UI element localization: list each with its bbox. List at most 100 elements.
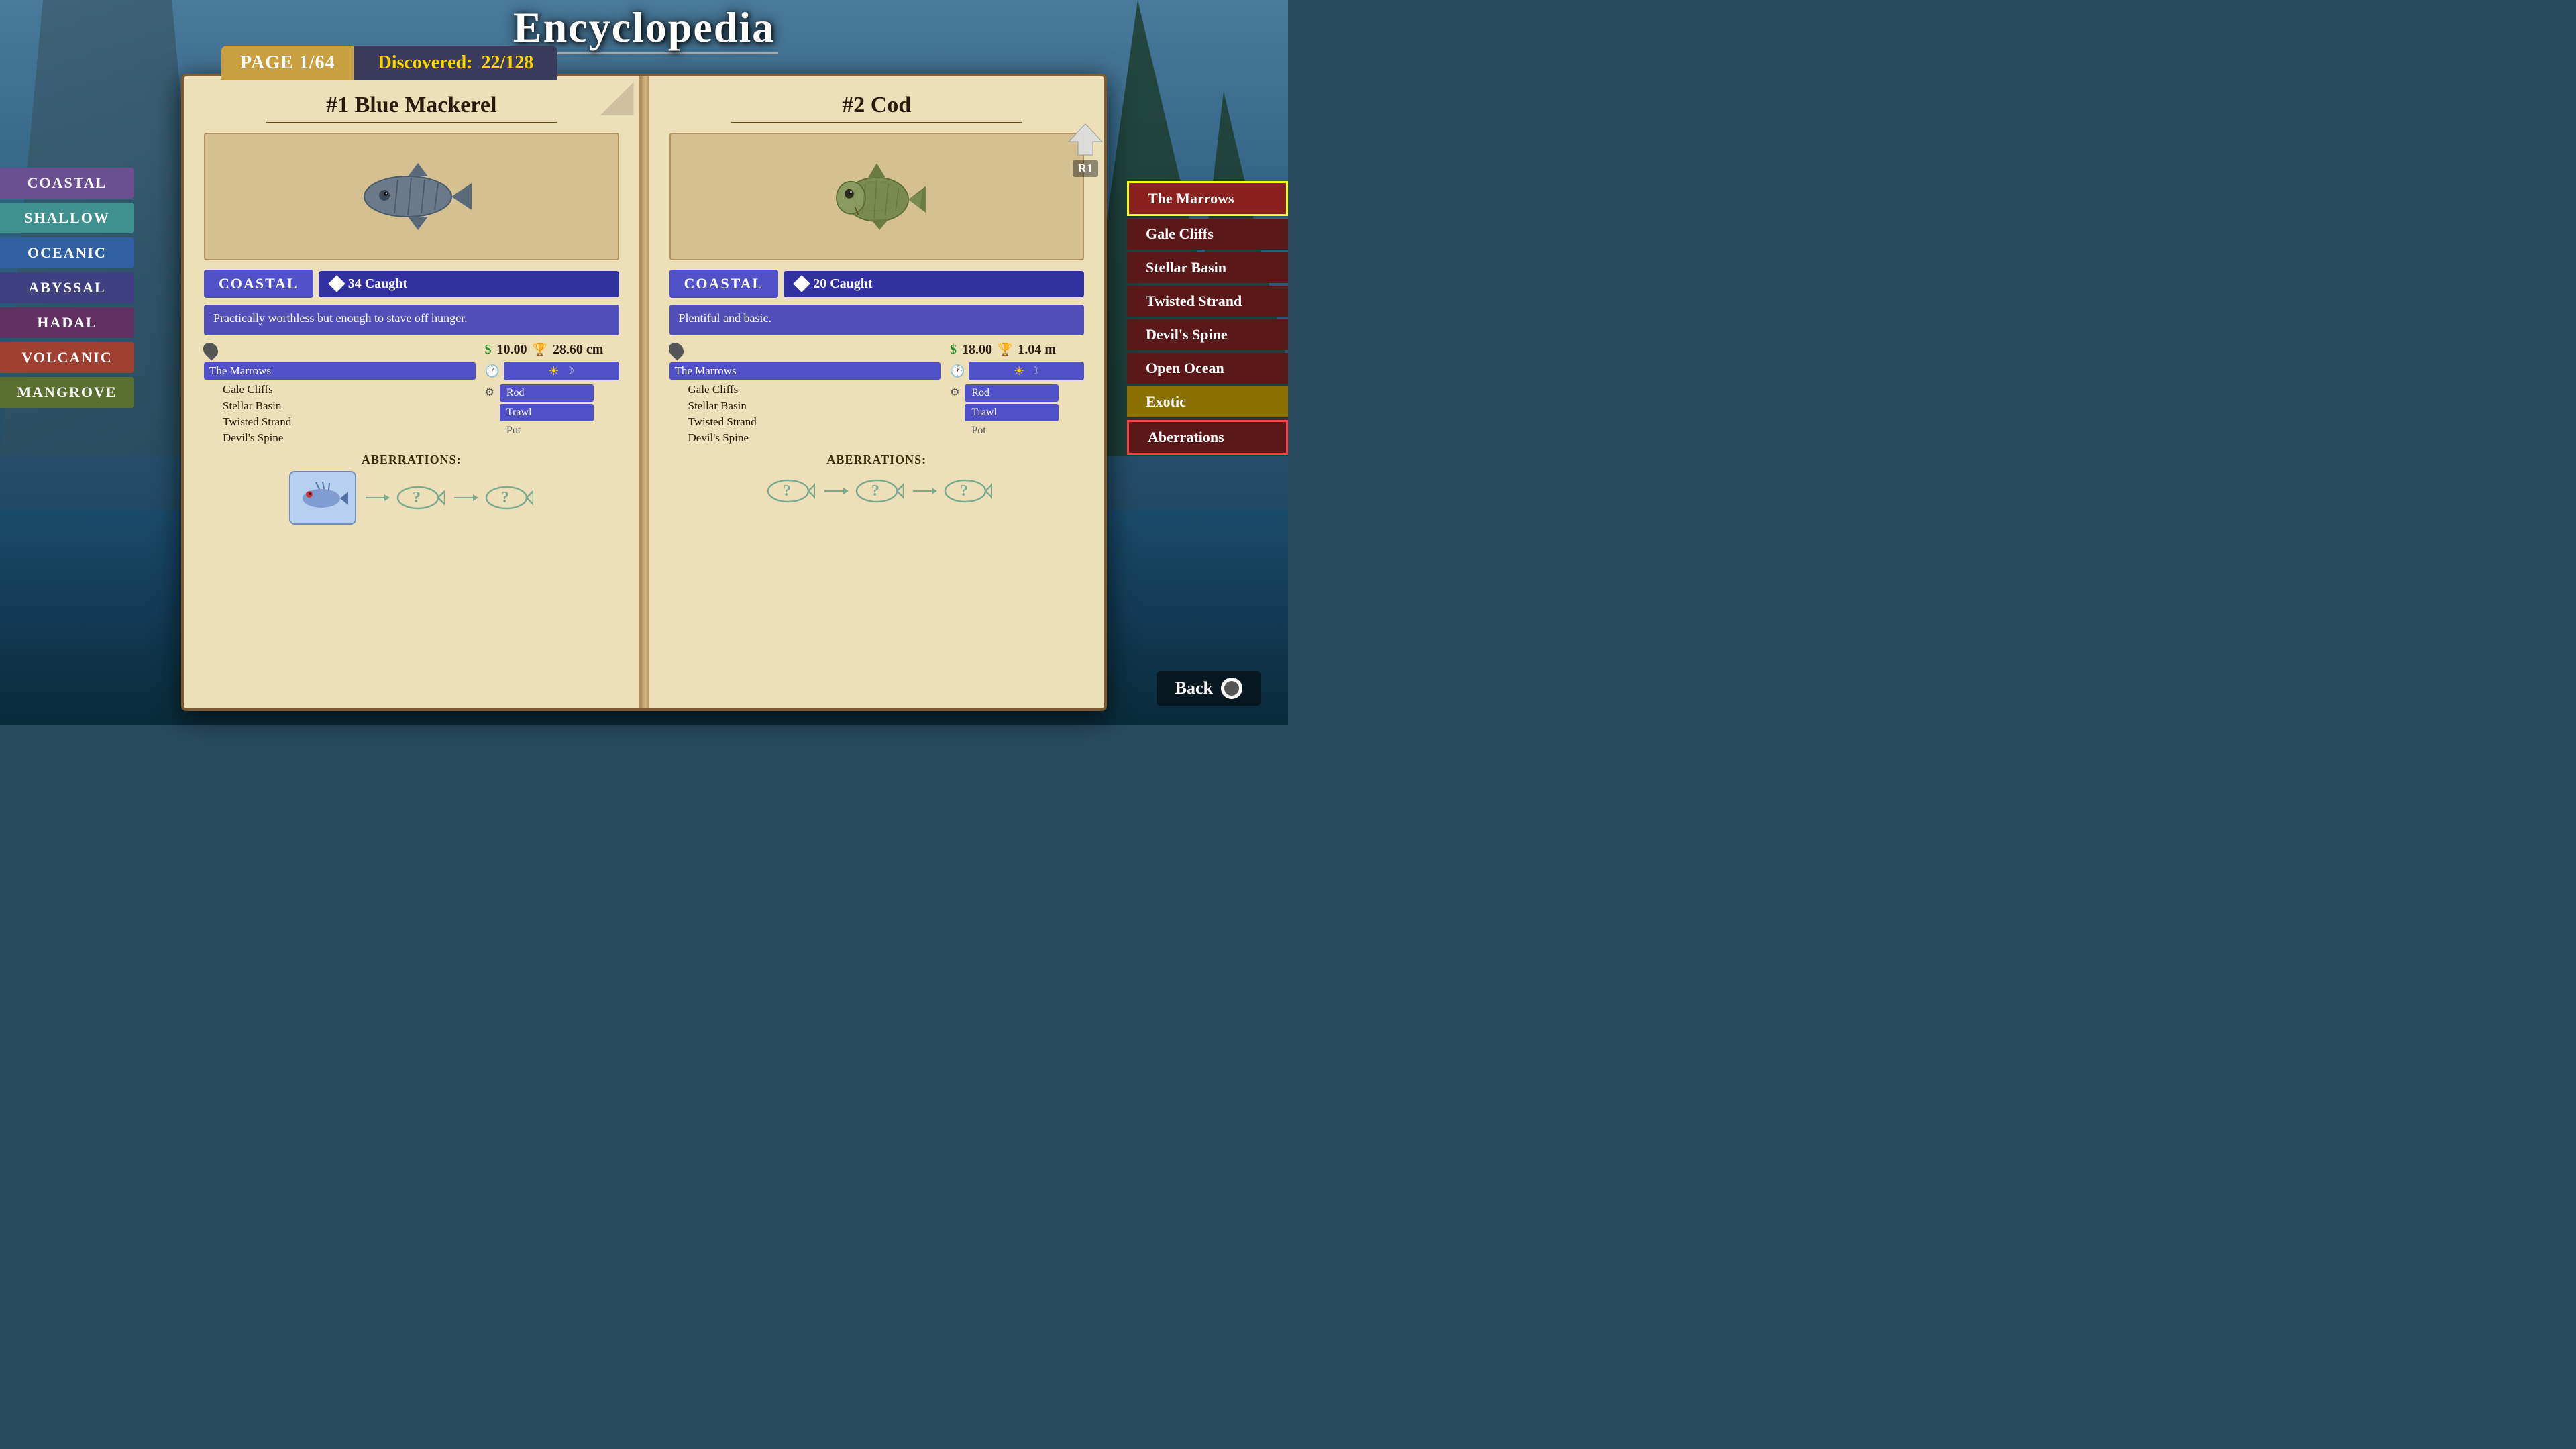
svg-text:?: ? bbox=[413, 489, 421, 506]
pin-icon-left bbox=[200, 339, 221, 360]
svg-text:?: ? bbox=[501, 489, 509, 506]
sidebar-item-aberrations[interactable]: Aberrations bbox=[1127, 420, 1288, 455]
fish-right-price: 18.00 bbox=[962, 342, 992, 358]
dollar-icon-left: $ bbox=[485, 342, 492, 358]
fish-left-locations: The Marrows Gale Cliffs Stellar Basin Tw… bbox=[204, 342, 476, 446]
fish-left-tag-bar: COASTAL 34 Caught bbox=[204, 270, 619, 298]
moon-icon-left: ☽ bbox=[565, 364, 574, 378]
sidebar-item-stellar[interactable]: Stellar Basin bbox=[1127, 252, 1288, 283]
fish-silhouette-2: ? bbox=[391, 478, 445, 518]
fish-right-methods-row: ⚙ Rod Trawl Pot bbox=[950, 384, 1084, 438]
fish-silhouette-3: ? bbox=[480, 478, 533, 518]
clock-icon-right: 🕐 bbox=[950, 364, 965, 378]
sidebar-item-shallow[interactable]: SHALLOW bbox=[0, 203, 134, 233]
aberration-connector-1: ? bbox=[366, 478, 445, 518]
fish-left-location-header bbox=[204, 342, 476, 358]
sidebar-item-marrows[interactable]: The Marrows bbox=[1127, 181, 1288, 216]
fish-left-description: Practically worthless but enough to stav… bbox=[204, 305, 619, 335]
sidebar-item-ocean[interactable]: Open Ocean bbox=[1127, 353, 1288, 384]
fish-right-method-rod: Rod bbox=[965, 384, 1059, 402]
fish-left-location-1[interactable]: Gale Cliffs bbox=[204, 382, 476, 398]
fish-right-title: #2 Cod bbox=[669, 93, 1085, 118]
sidebar-item-gale[interactable]: Gale Cliffs bbox=[1127, 219, 1288, 250]
book-page-right: #2 Cod bbox=[649, 76, 1105, 708]
fish-right-name: Cod bbox=[871, 93, 911, 117]
fish-left-method-pot: Pot bbox=[500, 423, 594, 438]
back-circle-inner bbox=[1224, 681, 1239, 696]
back-circle-icon bbox=[1221, 678, 1242, 699]
moon-icon-right: ☽ bbox=[1030, 364, 1039, 378]
back-button[interactable]: Back bbox=[1157, 671, 1261, 706]
fish-left-method-rod: Rod bbox=[500, 384, 594, 402]
fish-left-price: 10.00 bbox=[497, 342, 527, 358]
fish-right-locations: The Marrows Gale Cliffs Stellar Basin Tw… bbox=[669, 342, 941, 446]
diamond-icon-left bbox=[328, 275, 345, 292]
fish-left-caught: 34 Caught bbox=[319, 271, 619, 297]
left-sidebar: COASTAL SHALLOW OCEANIC ABYSSAL HADAL VO… bbox=[0, 168, 134, 408]
sidebar-item-mangrove[interactable]: MANGROVE bbox=[0, 377, 134, 408]
fish-silhouette-r2: ? bbox=[850, 471, 904, 511]
fish-left-underline bbox=[266, 122, 557, 123]
fish-left-methods-row: ⚙ Rod Trawl Pot bbox=[485, 384, 619, 438]
fish-right-image bbox=[669, 133, 1085, 260]
sidebar-item-abyssal[interactable]: ABYSSAL bbox=[0, 272, 134, 303]
fish-right-aberrations-row: ? ? bbox=[669, 471, 1085, 511]
sidebar-item-exotic[interactable]: Exotic bbox=[1127, 386, 1288, 417]
fish-left-aberrations-label: ABERRATIONS: bbox=[204, 453, 619, 467]
fish-right-location-4[interactable]: Devil's Spine bbox=[669, 430, 941, 446]
pin-icon-right bbox=[665, 339, 686, 360]
fish-left-name: Blue Mackerel bbox=[355, 93, 497, 117]
fish-left-location-4[interactable]: Devil's Spine bbox=[204, 430, 476, 446]
sun-icon-right: ☀ bbox=[1014, 364, 1024, 378]
fish-left-time-row: 🕐 ☀ ☽ bbox=[485, 362, 619, 380]
fish-right-stats: $ 18.00 🏆 1.04 m 🕐 ☀ ☽ ⚙ Rod Tr bbox=[950, 342, 1084, 446]
fish-right-method-pot: Pot bbox=[965, 423, 1059, 438]
fish-right-tag-bar: COASTAL 20 Caught bbox=[669, 270, 1085, 298]
fish-right-aberrations: ABERRATIONS: ? ? bbox=[669, 453, 1085, 511]
fish-right-number: #2 bbox=[842, 93, 865, 117]
svg-text:?: ? bbox=[871, 482, 879, 500]
sidebar-item-twisted[interactable]: Twisted Strand bbox=[1127, 286, 1288, 317]
book-spine bbox=[641, 76, 649, 708]
sidebar-item-devils[interactable]: Devil's Spine bbox=[1127, 319, 1288, 350]
trophy-icon-right: 🏆 bbox=[998, 343, 1012, 357]
sun-icon-left: ☀ bbox=[548, 364, 559, 378]
fish-right-method-trawl: Trawl bbox=[965, 404, 1059, 421]
fish-left-aberrations-row: ? ? bbox=[204, 471, 619, 525]
back-label: Back bbox=[1175, 678, 1213, 698]
fish-silhouette-r3: ? bbox=[938, 471, 992, 511]
aberration-fish-svg bbox=[296, 480, 350, 517]
gear-icon-left: ⚙ bbox=[485, 386, 494, 399]
fish-right-description: Plentiful and basic. bbox=[669, 305, 1085, 335]
fish-left-location-2[interactable]: Stellar Basin bbox=[204, 398, 476, 414]
aberration-connector-r2: ? bbox=[913, 471, 992, 511]
fish-right-location-0[interactable]: The Marrows bbox=[669, 362, 941, 380]
fish-left-location-0[interactable]: The Marrows bbox=[204, 362, 476, 380]
arrow-line-2 bbox=[454, 497, 474, 498]
r1-label: R1 bbox=[1073, 160, 1098, 177]
page-indicator: PAGE 1/64 Discovered: 22/128 bbox=[221, 46, 557, 80]
fish-left-location-3[interactable]: Twisted Strand bbox=[204, 414, 476, 430]
sidebar-item-hadal[interactable]: HADAL bbox=[0, 307, 134, 338]
fish-silhouette-r1: ? bbox=[761, 471, 815, 511]
r1-button-indicator: R1 bbox=[1065, 121, 1106, 177]
blue-mackerel-svg bbox=[344, 156, 478, 237]
sidebar-item-coastal[interactable]: COASTAL bbox=[0, 168, 134, 199]
fish-right-aberrations-label: ABERRATIONS: bbox=[669, 453, 1085, 467]
page-title: Encyclopedia bbox=[510, 0, 778, 52]
fish-right-location-3[interactable]: Twisted Strand bbox=[669, 414, 941, 430]
fish-right-underline bbox=[731, 122, 1022, 123]
fish-right-location-1[interactable]: Gale Cliffs bbox=[669, 382, 941, 398]
fish-right-price-row: $ 18.00 🏆 1.04 m bbox=[950, 342, 1084, 358]
fish-left-aberrations: ABERRATIONS: bbox=[204, 453, 619, 525]
sidebar-item-volcanic[interactable]: VOLCANIC bbox=[0, 342, 134, 373]
fish-left-details: The Marrows Gale Cliffs Stellar Basin Tw… bbox=[204, 342, 619, 446]
cod-svg bbox=[810, 156, 944, 237]
fish-right-location-2[interactable]: Stellar Basin bbox=[669, 398, 941, 414]
aberration-connector-2: ? bbox=[454, 478, 533, 518]
aberration-known-left bbox=[289, 471, 356, 525]
sidebar-item-oceanic[interactable]: OCEANIC bbox=[0, 237, 134, 268]
fish-right-size: 1.04 m bbox=[1018, 342, 1056, 358]
fish-right-biome: COASTAL bbox=[669, 270, 779, 298]
fish-left-title: #1 Blue Mackerel bbox=[204, 93, 619, 118]
